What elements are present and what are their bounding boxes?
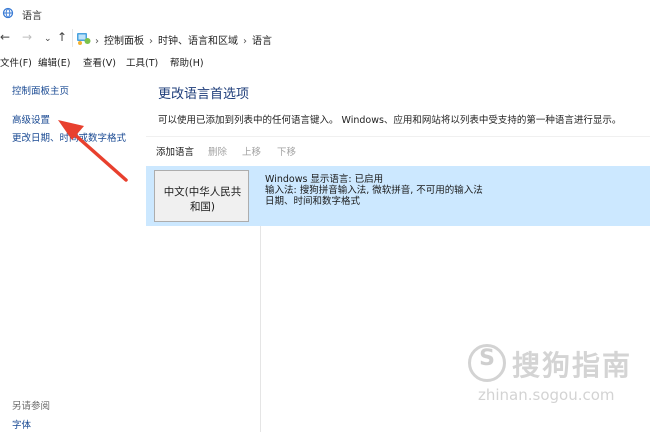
annotation-arrow-icon	[58, 120, 128, 182]
